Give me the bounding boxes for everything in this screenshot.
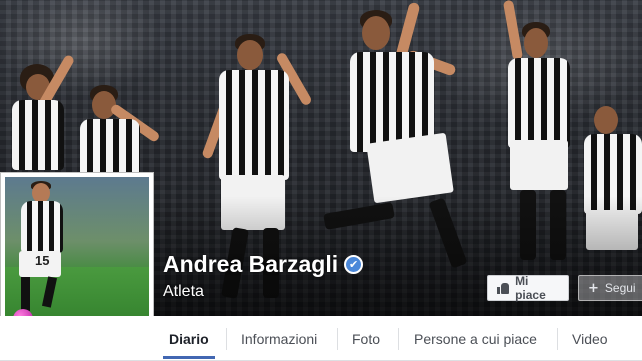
tab-divider (337, 328, 338, 350)
follow-button[interactable]: + Segui (578, 275, 642, 301)
player-figure (10, 53, 80, 180)
plus-icon: + (588, 280, 599, 296)
tab-persone-a-cui-piace[interactable]: Persone a cui piace (402, 316, 549, 361)
verified-badge-icon[interactable]: ✔ (344, 255, 364, 274)
facebook-page: 15 Andrea Barzagli ✔ Atleta Mi piace + S… (0, 0, 642, 361)
follow-button-label: Segui (604, 281, 636, 295)
tab-informazioni[interactable]: Informazioni (229, 316, 329, 361)
tab-divider (398, 328, 399, 350)
tab-divider (226, 328, 227, 350)
like-button[interactable]: Mi piace (487, 274, 569, 302)
page-tab-bar: Diario Informazioni Foto Persone a cui p… (0, 316, 642, 361)
tab-video[interactable]: Video (560, 316, 620, 361)
tab-foto[interactable]: Foto (340, 316, 392, 361)
tab-divider (557, 328, 558, 350)
tab-label: Informazioni (241, 330, 318, 347)
tab-label: Video (572, 330, 608, 347)
page-title[interactable]: Andrea Barzagli (163, 251, 338, 278)
tab-label: Diario (169, 330, 209, 347)
jersey-number: 15 (35, 253, 50, 268)
thumbs-up-icon (497, 282, 510, 294)
page-title-row: Andrea Barzagli ✔ (163, 251, 364, 278)
tab-diario[interactable]: Diario (157, 316, 221, 361)
page-category[interactable]: Atleta (163, 283, 204, 301)
tab-label: Foto (352, 330, 381, 347)
tab-label: Persone a cui piace (414, 330, 537, 347)
like-button-label: Mi piace (515, 274, 546, 302)
profile-photo: 15 (5, 177, 149, 337)
